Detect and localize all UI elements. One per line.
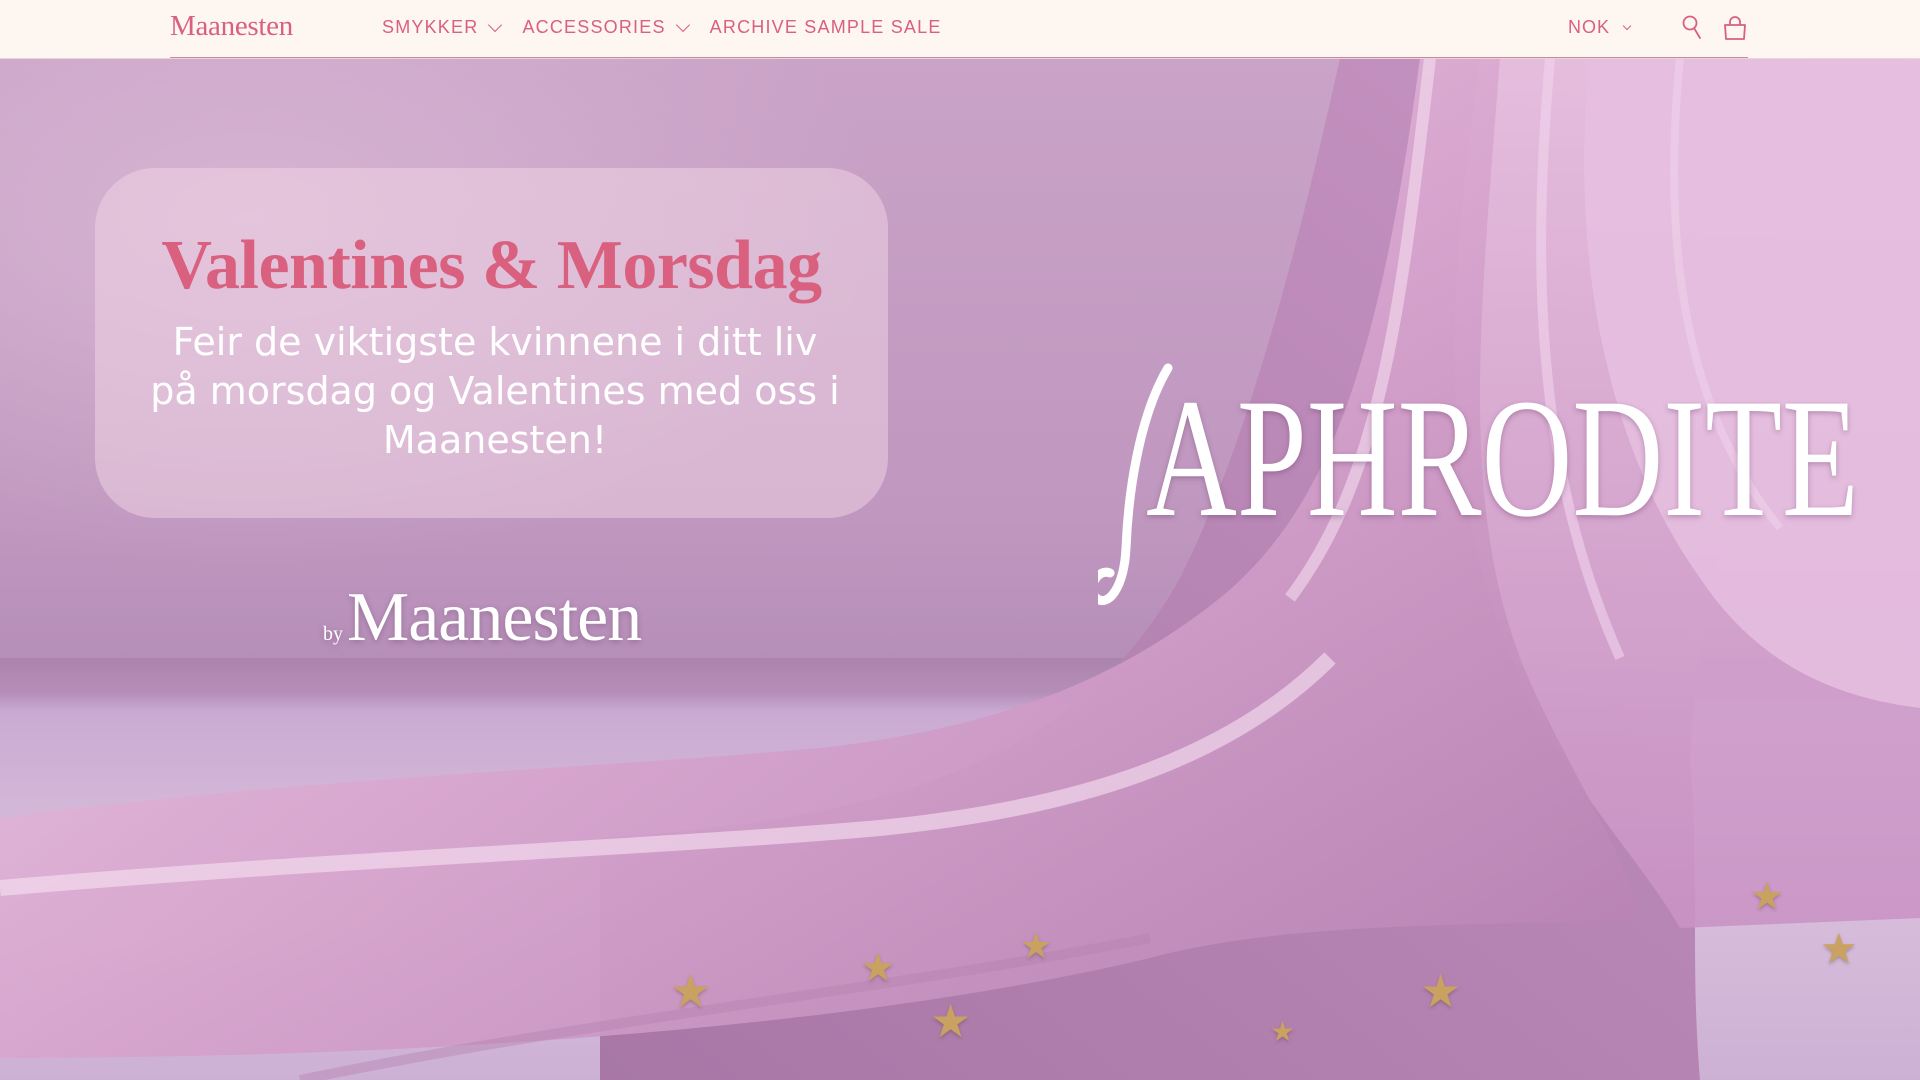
main-nav: SMYKKER ACCESSORIES ARCHIVE SAMPLE SALE: [382, 17, 964, 38]
star-decoration: ★: [670, 965, 712, 1017]
nav-label: SMYKKER: [382, 17, 479, 37]
chevron-down-icon: [1622, 21, 1632, 31]
nav-item-accessories[interactable]: ACCESSORIES: [522, 17, 690, 38]
currency-label: NOK: [1568, 17, 1611, 37]
brand-name: Maanesten: [347, 579, 642, 656]
by-label: by: [323, 623, 343, 645]
site-header: Maanesten SMYKKER ACCESSORIES ARCHIVE SA…: [0, 0, 1920, 59]
nav-label: ARCHIVE SAMPLE SALE: [709, 17, 942, 37]
search-button[interactable]: [1680, 14, 1706, 42]
star-decoration: ★: [1750, 876, 1785, 918]
collection-title: APHRODITE: [1146, 364, 1859, 552]
promo-subtitle: Feir de viktigste kvinnene i ditt liv på…: [150, 320, 840, 462]
currency-selector[interactable]: NOK: [1568, 17, 1632, 38]
header-inner: Maanesten SMYKKER ACCESSORIES ARCHIVE SA…: [170, 0, 1748, 58]
site-logo[interactable]: Maanesten: [170, 10, 293, 43]
star-decoration: ★: [1820, 925, 1858, 972]
promo-card: Valentines & Morsdag Feir de viktigste k…: [95, 168, 888, 518]
nav-label: ACCESSORIES: [522, 17, 666, 37]
by-brand-logo: byMaanesten: [323, 578, 642, 658]
collection-logo: APHRODITE: [1098, 358, 1878, 618]
nav-item-archive-sample-sale[interactable]: ARCHIVE SAMPLE SALE: [710, 17, 942, 38]
chevron-down-icon: [488, 17, 503, 33]
nav-item-smykker[interactable]: SMYKKER: [382, 17, 503, 38]
cart-icon: [1724, 16, 1746, 40]
hero-banner[interactable]: ★ ★ ★ ★ ★ ★ ★ ★ Valentines & Morsdag Fei…: [0, 58, 1920, 1080]
star-decoration: ★: [860, 946, 896, 990]
cart-button[interactable]: [1722, 14, 1748, 42]
chevron-down-icon: [675, 17, 690, 33]
star-decoration: ★: [1270, 1016, 1296, 1047]
star-decoration: ★: [930, 995, 972, 1047]
star-decoration: ★: [1420, 965, 1462, 1017]
star-decoration: ★: [1020, 925, 1053, 966]
search-icon: [1682, 15, 1701, 39]
promo-title: Valentines & Morsdag: [161, 227, 822, 304]
